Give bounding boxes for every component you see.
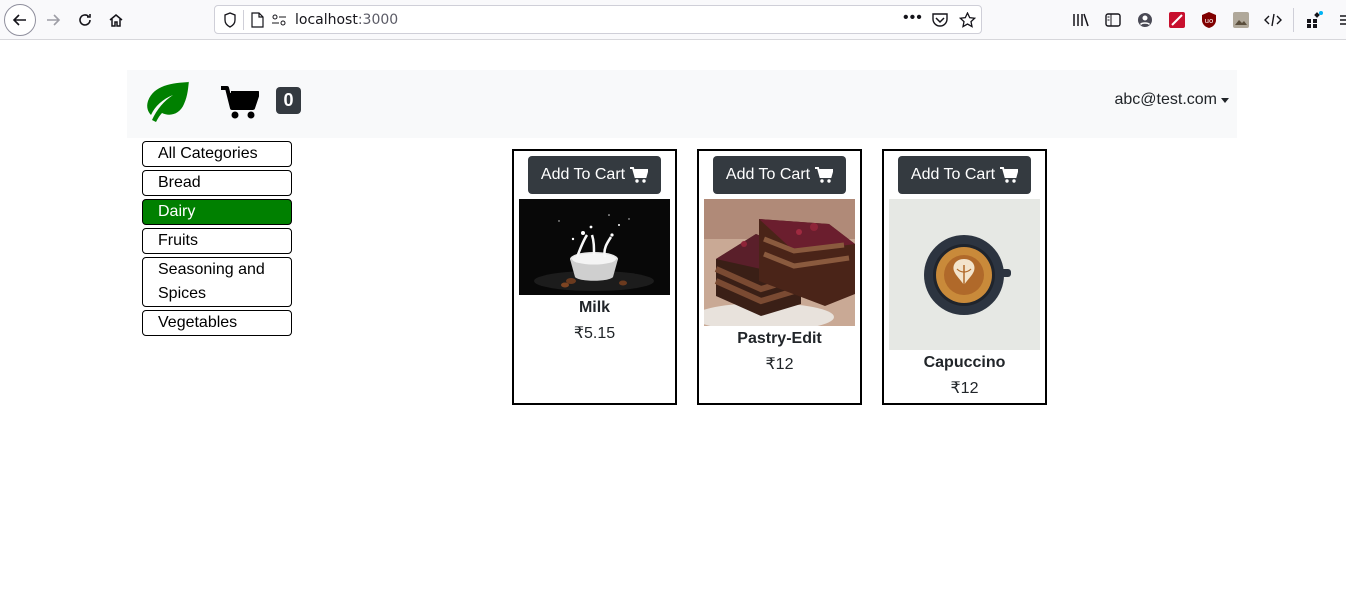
page-icon <box>251 12 264 28</box>
add-to-cart-label: Add To Cart <box>910 166 996 183</box>
svg-text:uo: uo <box>1205 17 1214 25</box>
back-button[interactable] <box>4 4 36 36</box>
product-price: ₹5.15 <box>573 325 616 342</box>
arrow-left-icon <box>12 14 26 26</box>
library-icon[interactable] <box>1071 10 1091 30</box>
category-fruits[interactable]: Fruits <box>142 228 292 254</box>
product-name: Milk <box>578 299 611 316</box>
leaf-logo-icon[interactable] <box>142 81 190 125</box>
user-menu-dropdown[interactable]: abc@test.com <box>1114 91 1229 109</box>
sidebar-icon[interactable] <box>1103 10 1123 30</box>
reload-button[interactable] <box>70 5 100 35</box>
product-name: Capuccino <box>923 354 1006 371</box>
pocket-icon[interactable] <box>931 12 949 28</box>
product-card-capuccino: Add To Cart Capuccino ₹12 <box>882 149 1047 405</box>
browser-toolbar: localhost:3000 ••• uo <box>0 0 1346 40</box>
shopping-cart-icon[interactable] <box>221 86 259 120</box>
forward-button[interactable] <box>38 5 68 35</box>
app-navbar: 0 abc@test.com <box>127 70 1237 138</box>
capuccino-product-image[interactable] <box>889 199 1040 350</box>
cart-count-badge: 0 <box>276 87 301 114</box>
chevron-down-icon <box>1221 97 1229 103</box>
product-price: ₹12 <box>950 380 979 397</box>
shield-icon <box>224 12 236 28</box>
cart-icon <box>815 167 834 183</box>
product-name: Pastry-Edit <box>737 330 822 347</box>
pastry-product-image[interactable] <box>704 199 855 326</box>
extension-red-icon[interactable] <box>1167 10 1187 30</box>
cart-icon <box>630 167 649 183</box>
image-extension-icon[interactable] <box>1231 10 1251 30</box>
bookmark-star-icon[interactable] <box>959 12 976 28</box>
add-to-cart-button[interactable]: Add To Cart <box>713 156 846 194</box>
product-card-milk: Add To Cart Milk ₹5.15 <box>512 149 677 405</box>
milk-product-image[interactable] <box>519 199 670 295</box>
reload-icon <box>79 14 91 26</box>
add-to-cart-label: Add To Cart <box>725 166 811 183</box>
category-list: All Categories Bread Dairy Fruits Season… <box>142 141 292 339</box>
product-card-pastry: Add To Cart Pastry-Edit ₹12 <box>697 149 862 405</box>
devtools-icon[interactable] <box>1263 10 1283 30</box>
category-seasoning-and-spices[interactable]: Seasoning and Spices <box>142 257 292 307</box>
home-icon <box>109 14 123 27</box>
add-to-cart-button[interactable]: Add To Cart <box>528 156 661 194</box>
address-bar[interactable]: localhost:3000 ••• <box>214 5 982 34</box>
user-email: abc@test.com <box>1114 91 1218 108</box>
page-actions-icon[interactable]: ••• <box>903 9 923 27</box>
home-button[interactable] <box>101 5 131 35</box>
category-vegetables[interactable]: Vegetables <box>142 310 292 336</box>
category-dairy[interactable]: Dairy <box>142 199 292 225</box>
ublock-icon[interactable]: uo <box>1199 10 1219 30</box>
category-bread[interactable]: Bread <box>142 170 292 196</box>
cart-icon <box>1000 167 1019 183</box>
category-all[interactable]: All Categories <box>142 141 292 167</box>
permissions-icon <box>272 14 286 26</box>
product-price: ₹12 <box>765 356 794 373</box>
menu-icon[interactable] <box>1334 10 1346 30</box>
add-to-cart-label: Add To Cart <box>540 166 626 183</box>
account-icon[interactable] <box>1135 10 1155 30</box>
url-text: localhost:3000 <box>295 12 399 28</box>
add-to-cart-button[interactable]: Add To Cart <box>898 156 1031 194</box>
arrow-right-icon <box>47 14 61 26</box>
extensions-icon[interactable] <box>1304 10 1324 30</box>
